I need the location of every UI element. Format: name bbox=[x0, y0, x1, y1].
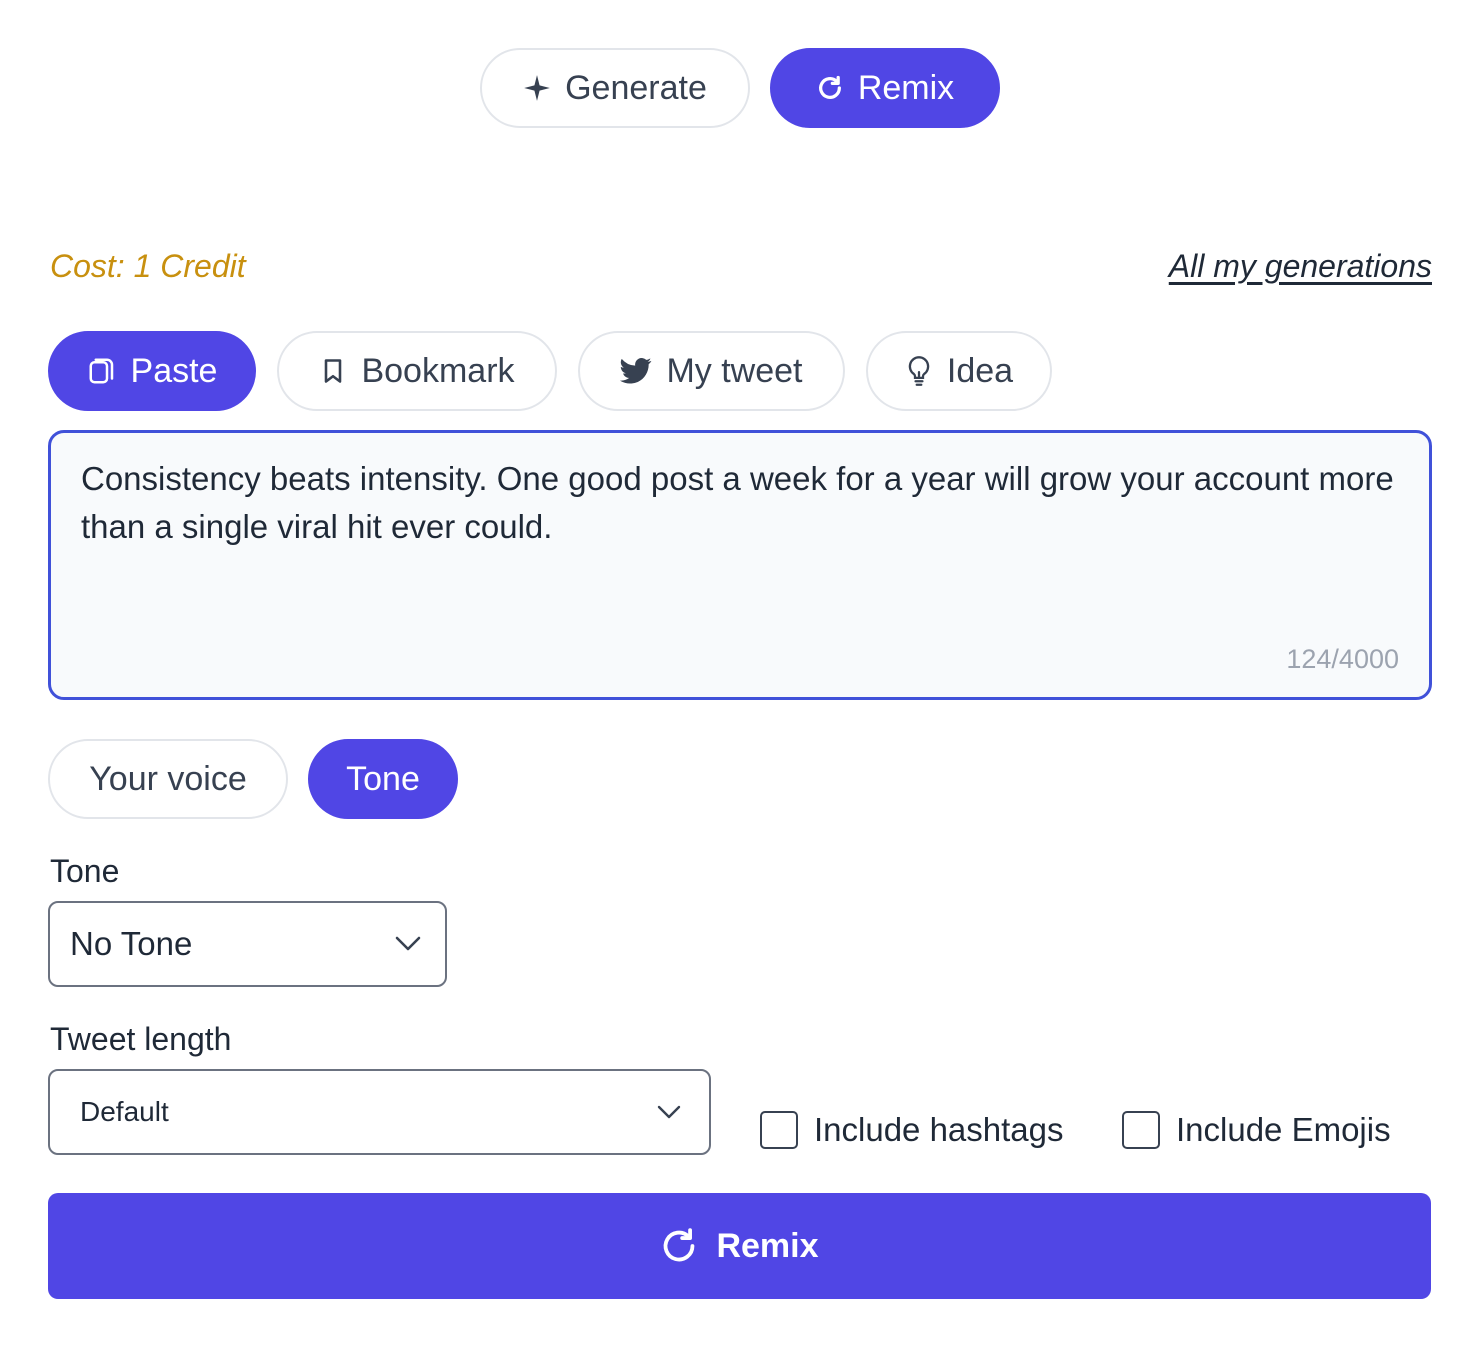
remix-tab-label: Remix bbox=[857, 68, 955, 107]
remix-tab[interactable]: Remix bbox=[770, 48, 1000, 128]
tweet-length-select[interactable]: Default bbox=[48, 1069, 711, 1155]
your-voice-tab[interactable]: Your voice bbox=[48, 739, 288, 819]
remix-submit-button[interactable]: Remix bbox=[48, 1193, 1431, 1299]
idea-tab[interactable]: Idea bbox=[866, 331, 1052, 411]
tone-select[interactable]: No Tone bbox=[48, 901, 447, 987]
chevron-down-icon bbox=[395, 936, 421, 952]
tone-tab-label: Tone bbox=[346, 759, 420, 798]
bookmark-tab-label: Bookmark bbox=[361, 351, 515, 390]
cost-label: Cost: 1 Credit bbox=[50, 248, 246, 284]
my-tweet-tab[interactable]: My tweet bbox=[578, 331, 845, 411]
include-hashtags-checkbox[interactable] bbox=[760, 1111, 798, 1149]
tweet-text-area[interactable]: Consistency beats intensity. One good po… bbox=[48, 430, 1432, 700]
bookmark-icon bbox=[319, 357, 347, 385]
include-emojis-checkbox[interactable] bbox=[1122, 1111, 1160, 1149]
generate-tab-label: Generate bbox=[565, 68, 707, 107]
tweet-length-field-label: Tweet length bbox=[50, 1021, 232, 1057]
include-emojis-label: Include Emojis bbox=[1176, 1111, 1391, 1148]
all-generations-link[interactable]: All my generations bbox=[1169, 248, 1432, 285]
paste-tab[interactable]: Paste bbox=[48, 331, 256, 411]
remix-submit-label: Remix bbox=[716, 1226, 819, 1265]
character-count: 124/4000 bbox=[1286, 644, 1399, 674]
sparkle-icon bbox=[523, 74, 551, 102]
clipboard-icon bbox=[87, 356, 117, 386]
tone-tab[interactable]: Tone bbox=[308, 739, 458, 819]
tone-select-value: No Tone bbox=[70, 925, 193, 962]
twitter-bird-icon bbox=[620, 357, 652, 385]
chevron-down-icon bbox=[657, 1105, 681, 1119]
idea-tab-label: Idea bbox=[946, 351, 1014, 390]
include-hashtags-option[interactable]: Include hashtags bbox=[760, 1111, 1064, 1149]
bookmark-tab[interactable]: Bookmark bbox=[277, 331, 557, 411]
my-tweet-tab-label: My tweet bbox=[666, 351, 803, 390]
tweet-text: Consistency beats intensity. One good po… bbox=[81, 460, 1394, 545]
refresh-icon bbox=[660, 1227, 698, 1265]
refresh-icon bbox=[816, 74, 844, 102]
your-voice-tab-label: Your voice bbox=[89, 759, 247, 798]
generate-tab[interactable]: Generate bbox=[480, 48, 750, 128]
include-emojis-option[interactable]: Include Emojis bbox=[1122, 1111, 1391, 1149]
include-hashtags-label: Include hashtags bbox=[814, 1111, 1064, 1148]
tweet-length-select-value: Default bbox=[80, 1096, 169, 1127]
lightbulb-icon bbox=[905, 355, 933, 387]
tone-field-label: Tone bbox=[50, 853, 120, 889]
paste-tab-label: Paste bbox=[130, 351, 218, 390]
